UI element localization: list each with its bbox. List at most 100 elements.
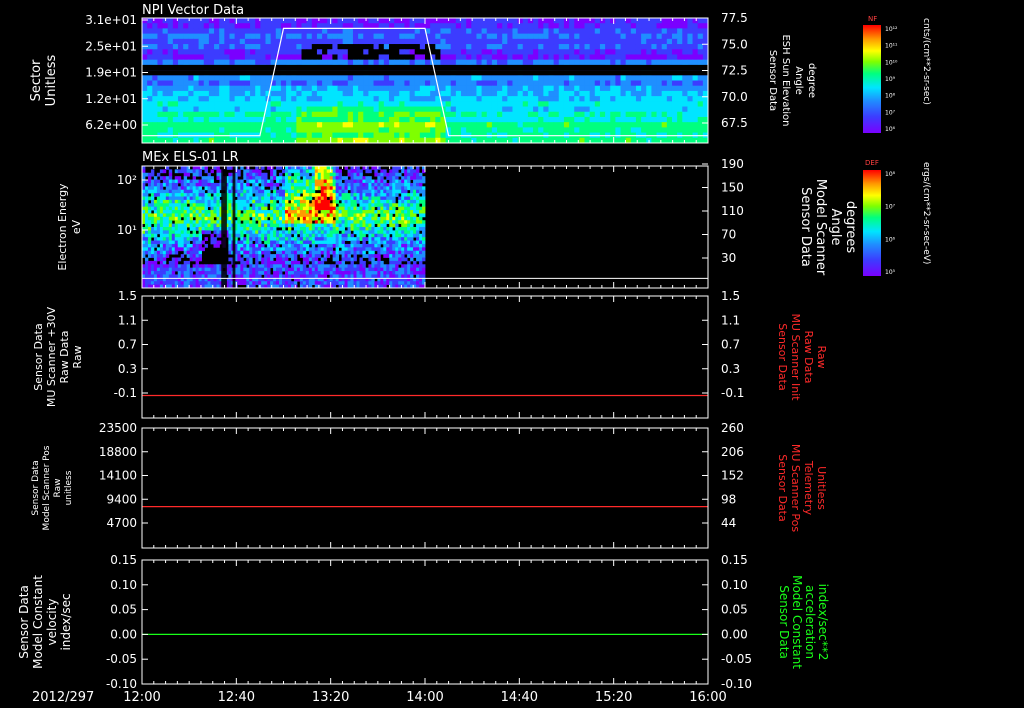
heat-cell	[589, 85, 596, 92]
heat-cell	[286, 49, 292, 55]
heat-cell	[201, 216, 205, 221]
heat-cell	[255, 122, 261, 128]
heat-cell	[359, 169, 363, 174]
heat-cell	[435, 116, 441, 123]
heat-cell	[646, 96, 652, 102]
heat-cell	[305, 196, 310, 201]
heat-cell	[692, 111, 699, 118]
heat-cell	[341, 213, 345, 218]
heat-cell	[267, 260, 271, 265]
heat-cell	[392, 199, 396, 204]
heat-cell	[401, 176, 405, 180]
heat-cell	[569, 101, 575, 108]
heat-cell	[378, 122, 385, 128]
heat-cell	[147, 116, 153, 123]
heat-cell	[299, 186, 304, 191]
heat-cell	[264, 247, 268, 252]
heat-cell	[507, 18, 513, 24]
heat-cell	[401, 257, 405, 262]
heat-cell	[240, 189, 244, 194]
heat-cell	[407, 179, 411, 184]
heat-cell	[224, 111, 230, 118]
heat-cell	[341, 196, 345, 201]
heat-cell	[224, 80, 230, 87]
heat-cell	[610, 106, 616, 113]
heat-cell	[178, 44, 184, 50]
heat-cell	[322, 111, 328, 118]
heat-cell	[661, 23, 668, 29]
heat-cell	[548, 85, 555, 92]
heat-cell	[342, 101, 349, 108]
heat-cell	[219, 101, 225, 108]
heat-cell	[150, 196, 155, 201]
heat-cell	[311, 257, 316, 262]
heat-cell	[435, 111, 441, 118]
heat-cell	[522, 23, 529, 29]
heat-cell	[316, 33, 323, 40]
heat-cell	[156, 223, 161, 228]
heat-cell	[395, 233, 399, 238]
heat-cell	[661, 75, 668, 81]
heat-cell	[311, 38, 318, 45]
heat-cell	[188, 127, 194, 134]
heat-cell	[365, 193, 369, 197]
heat-cell	[610, 127, 616, 134]
heat-cell	[347, 59, 354, 66]
heat-cell	[383, 210, 387, 214]
heat-cell	[156, 237, 161, 241]
heat-cell	[279, 247, 283, 252]
heat-cell	[671, 44, 678, 50]
heat-cell	[332, 182, 337, 187]
heat-cell	[267, 182, 271, 187]
heat-cell	[229, 85, 236, 92]
heat-cell	[264, 216, 268, 221]
heat-cell	[261, 182, 265, 187]
heat-cell	[579, 49, 586, 55]
heat-cell	[579, 59, 586, 66]
heat-cell	[425, 101, 431, 108]
heat-cell	[414, 96, 421, 102]
heat-cell	[413, 169, 417, 174]
heat-cell	[320, 206, 325, 211]
heat-cell	[641, 101, 647, 108]
heat-cell	[249, 213, 253, 218]
heat-cell	[377, 189, 381, 194]
heat-cell	[150, 216, 155, 221]
heat-cell	[641, 44, 647, 50]
heat-cell	[249, 210, 253, 214]
heat-cell	[147, 38, 153, 45]
heat-cell	[252, 216, 256, 221]
heat-cell	[450, 96, 457, 102]
heat-cell	[395, 172, 399, 177]
heat-cell	[267, 230, 271, 235]
heat-cell	[291, 101, 297, 108]
heat-cell	[687, 54, 694, 61]
heat-cell	[243, 210, 247, 214]
heat-cell	[293, 243, 298, 248]
heat-cell	[373, 54, 380, 61]
heat-cell	[308, 216, 313, 221]
heat-cell	[168, 230, 173, 235]
heat-cell	[359, 237, 363, 241]
heat-cell	[275, 33, 282, 40]
heat-cell	[569, 85, 575, 92]
heat-cell	[416, 237, 420, 241]
heat-cell	[189, 247, 194, 252]
heat-cell	[338, 240, 342, 245]
heat-cell	[374, 199, 378, 204]
heat-cell	[380, 199, 384, 204]
heat-cell	[404, 18, 411, 24]
heat-cell	[347, 116, 354, 123]
heat-cell	[388, 54, 395, 61]
heat-cell	[533, 54, 539, 61]
heat-cell	[404, 199, 408, 204]
heat-cell	[404, 59, 411, 66]
heat-cell	[144, 210, 149, 214]
heat-cell	[172, 44, 179, 50]
heat-cell	[404, 28, 411, 35]
heat-cell	[282, 247, 286, 252]
heat-cell	[171, 186, 176, 191]
heat-cell	[162, 80, 169, 87]
npi-spectrogram	[142, 18, 709, 144]
heat-cell	[287, 189, 292, 194]
